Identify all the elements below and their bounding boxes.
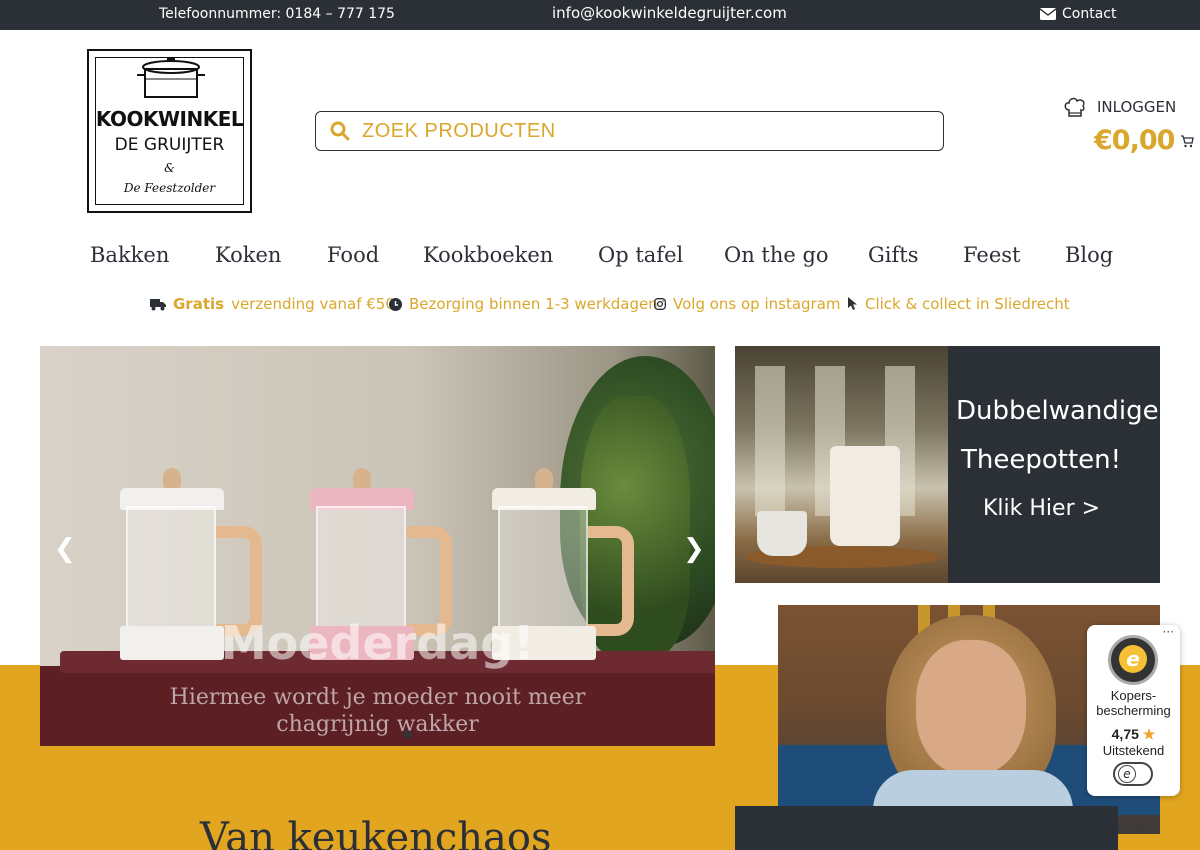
rating-score: 4,75 ★ <box>1087 726 1180 743</box>
slide-title: Moederdag! <box>220 616 535 670</box>
usp-shipping-text: verzending vanaf €50 <box>231 295 395 313</box>
email-link[interactable]: info@kookwinkeldegruijter.com <box>552 4 787 22</box>
logo-text-kookwinkel: KOOKWINKEL <box>95 107 244 131</box>
nav-item-feest[interactable]: Feest <box>963 243 1021 267</box>
promo-title-line1: Dubbelwandige <box>956 396 1159 426</box>
teapot-promo-card[interactable]: Dubbelwandige Theepotten! Klik Hier > <box>735 346 1160 583</box>
clock-icon <box>389 297 402 311</box>
usp-delivery: Bezorging binnen 1-3 werkdagen <box>389 295 658 313</box>
usp-delivery-text: Bezorging binnen 1-3 werkdagen <box>409 295 658 313</box>
trusted-shops-badge[interactable]: ··· e Kopers-bescherming 4,75 ★ Uitsteke… <box>1087 625 1180 796</box>
usp-instagram[interactable]: Volg ons op instagram <box>654 295 841 313</box>
intro-headline: Van keukenchaos <box>200 815 552 850</box>
cursor-icon <box>848 297 857 310</box>
star-icon: ★ <box>1142 726 1156 742</box>
trusted-shops-toggle[interactable]: e <box>1113 762 1153 786</box>
main-navigation: Bakken Koken Food Kookboeken Op tafel On… <box>90 243 1120 275</box>
nav-item-op-tafel[interactable]: Op tafel <box>598 243 683 267</box>
promo-title-line2: Theepotten! <box>961 445 1122 475</box>
hero-slider[interactable]: Moederdag! Hiermee wordt je moeder nooit… <box>40 346 715 746</box>
trusted-shops-seal-icon: e <box>1108 635 1158 685</box>
contact-label: Contact <box>1062 6 1117 22</box>
usp-bar: Gratis verzending vanaf €50 Bezorging bi… <box>150 295 1070 317</box>
usp-collect-text: Click & collect in Sliedrecht <box>865 295 1070 313</box>
phone-number[interactable]: Telefoonnummer: 0184 – 777 175 <box>159 6 395 22</box>
logo-ampersand: & <box>164 161 175 175</box>
usp-shipping-bold: Gratis <box>173 295 225 313</box>
envelope-icon <box>1040 8 1056 20</box>
login-link[interactable]: INLOGGEN <box>1063 96 1176 118</box>
chef-hat-icon <box>1064 97 1085 117</box>
cart-widget[interactable]: €0,00 <box>1094 125 1195 156</box>
nav-item-kookboeken[interactable]: Kookboeken <box>423 243 553 267</box>
slide-subtitle: Hiermee wordt je moeder nooit meer chagr… <box>169 685 586 737</box>
instagram-icon <box>654 298 666 310</box>
usp-instagram-text: Volg ons op instagram <box>673 295 841 313</box>
logo-text-feestzolder: De Feestzolder <box>123 181 216 195</box>
slider-dot[interactable] <box>403 730 412 739</box>
dark-content-block <box>735 806 1118 850</box>
teapot-photo <box>735 346 948 583</box>
cart-total: €0,00 <box>1094 125 1175 156</box>
slider-prev-arrow-icon[interactable]: ❮ <box>54 534 76 564</box>
slider-next-arrow-icon[interactable]: ❯ <box>683 534 705 564</box>
nav-item-gifts[interactable]: Gifts <box>868 243 918 267</box>
nav-item-blog[interactable]: Blog <box>1065 243 1113 267</box>
nav-item-koken[interactable]: Koken <box>215 243 281 267</box>
cart-icon <box>1181 134 1195 147</box>
search-icon[interactable] <box>330 121 350 141</box>
product-search <box>315 111 944 151</box>
search-input[interactable] <box>362 119 902 143</box>
rating-value: 4,75 <box>1111 726 1139 742</box>
contact-link[interactable]: Contact <box>1040 6 1116 22</box>
buyer-protection-label: Kopers-bescherming <box>1096 688 1171 718</box>
usp-collect: Click & collect in Sliedrecht <box>848 295 1070 313</box>
nav-item-food[interactable]: Food <box>327 243 379 267</box>
top-info-bar: Telefoonnummer: 0184 – 777 175 info@kook… <box>0 0 1200 30</box>
nav-item-bakken[interactable]: Bakken <box>90 243 169 267</box>
promo-cta-link[interactable]: Klik Hier > <box>983 496 1100 521</box>
nav-item-on-the-go[interactable]: On the go <box>724 243 829 267</box>
logo-text-de-gruijter: DE GRUIJTER <box>114 135 225 155</box>
site-logo[interactable]: KOOKWINKEL DE GRUIJTER & De Feestzolder <box>87 49 252 213</box>
cooking-pot-icon <box>137 57 205 98</box>
usp-shipping: Gratis verzending vanaf €50 <box>150 295 395 313</box>
trusted-shops-mini-icon: e <box>1118 765 1136 783</box>
rating-verdict: Uitstekend <box>1102 743 1165 758</box>
more-options-icon[interactable]: ··· <box>1163 625 1174 639</box>
truck-icon <box>150 298 166 310</box>
login-label: INLOGGEN <box>1097 98 1177 116</box>
